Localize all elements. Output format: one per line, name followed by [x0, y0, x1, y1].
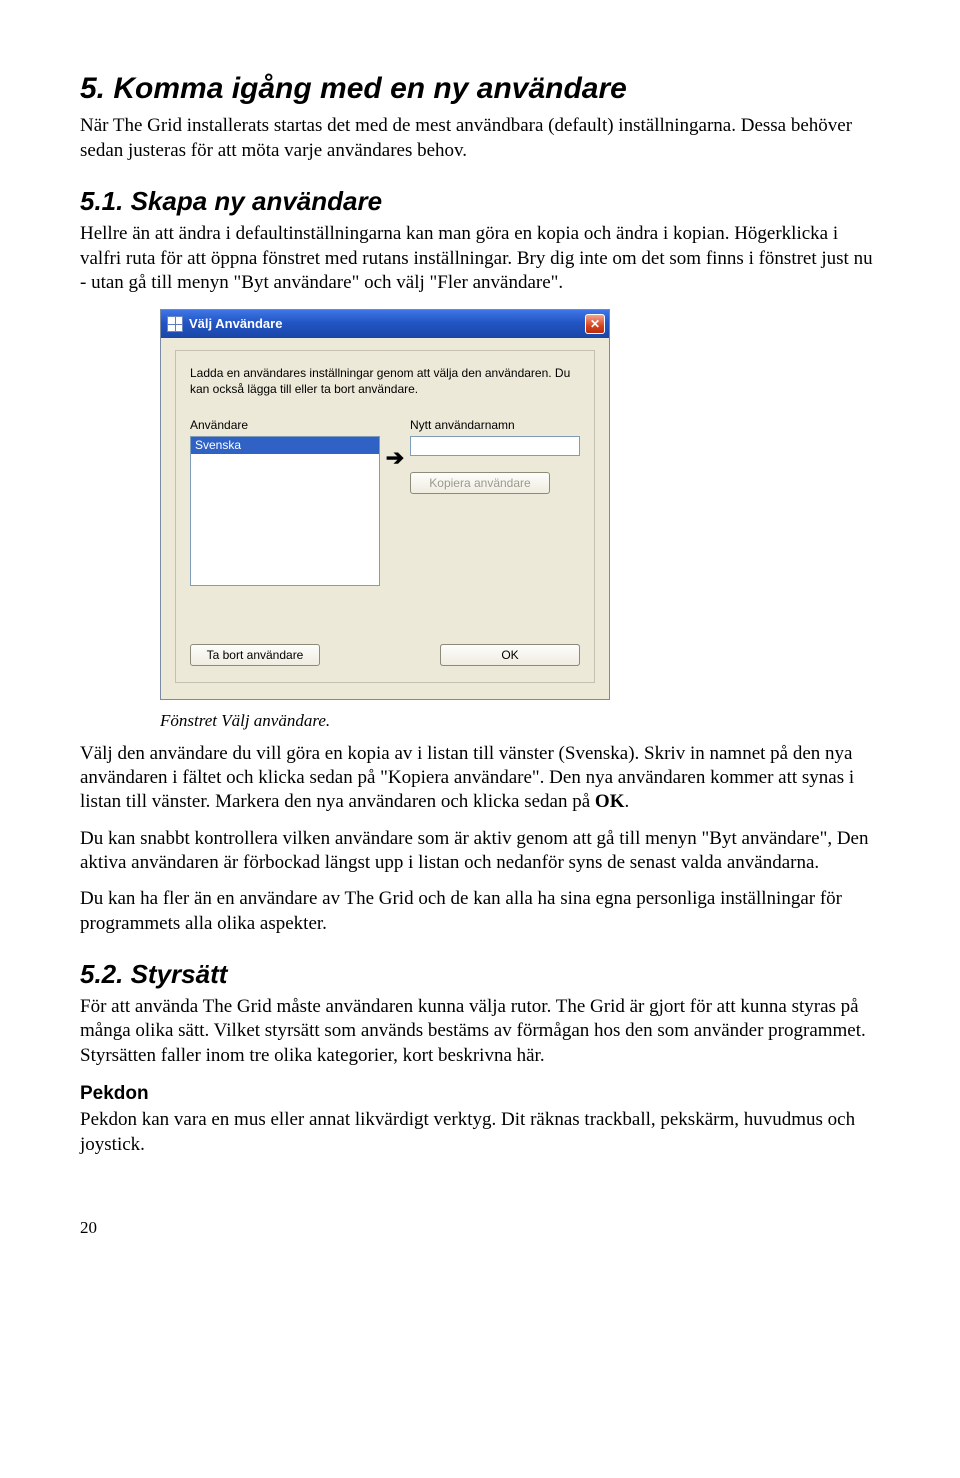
user-listbox[interactable]: Svenska	[190, 436, 380, 586]
figure-caption: Fönstret Välj användare.	[160, 710, 880, 732]
new-username-input[interactable]	[410, 436, 580, 456]
label-users: Användare	[190, 418, 380, 433]
ok-button[interactable]: OK	[440, 644, 580, 666]
close-icon: ✕	[590, 318, 600, 330]
arrow-right-icon: ➔	[386, 444, 404, 472]
paragraph: Hellre än att ändra i defaultinställning…	[80, 222, 880, 295]
heading-2: 5.2. Styrsätt	[80, 958, 880, 991]
text-run: .	[624, 791, 629, 812]
paragraph: Du kan ha fler än en användare av The Gr…	[80, 887, 880, 936]
remove-user-button[interactable]: Ta bort användare	[190, 644, 320, 666]
text-bold: OK	[595, 791, 625, 812]
dialog-select-user: Välj Användare ✕ Ladda en användares ins…	[160, 309, 610, 700]
copy-user-button[interactable]: Kopiera användare	[410, 472, 550, 494]
heading-2: 5.1. Skapa ny användare	[80, 185, 880, 218]
page-number: 20	[80, 1217, 880, 1239]
groupbox: Ladda en användares inställningar genom …	[175, 350, 595, 683]
label-new-username: Nytt användarnamn	[410, 418, 580, 433]
list-item[interactable]: Svenska	[191, 437, 379, 454]
text-run: Välj den användare du vill göra en kopia…	[80, 743, 854, 813]
close-button[interactable]: ✕	[585, 314, 605, 334]
window-title: Välj Användare	[189, 316, 282, 333]
paragraph: Du kan snabbt kontrollera vilken använda…	[80, 827, 880, 876]
paragraph: När The Grid installerats startas det me…	[80, 114, 880, 163]
titlebar[interactable]: Välj Användare ✕	[161, 310, 609, 338]
app-grid-icon	[167, 316, 183, 332]
heading-1: 5. Komma igång med en ny användare	[80, 70, 880, 108]
paragraph: Välj den användare du vill göra en kopia…	[80, 742, 880, 815]
paragraph: Pekdon kan vara en mus eller annat likvä…	[80, 1108, 880, 1157]
heading-3: Pekdon	[80, 1082, 880, 1106]
paragraph: För att använda The Grid måste användare…	[80, 995, 880, 1068]
dialog-intro-text: Ladda en användares inställningar genom …	[190, 365, 580, 397]
